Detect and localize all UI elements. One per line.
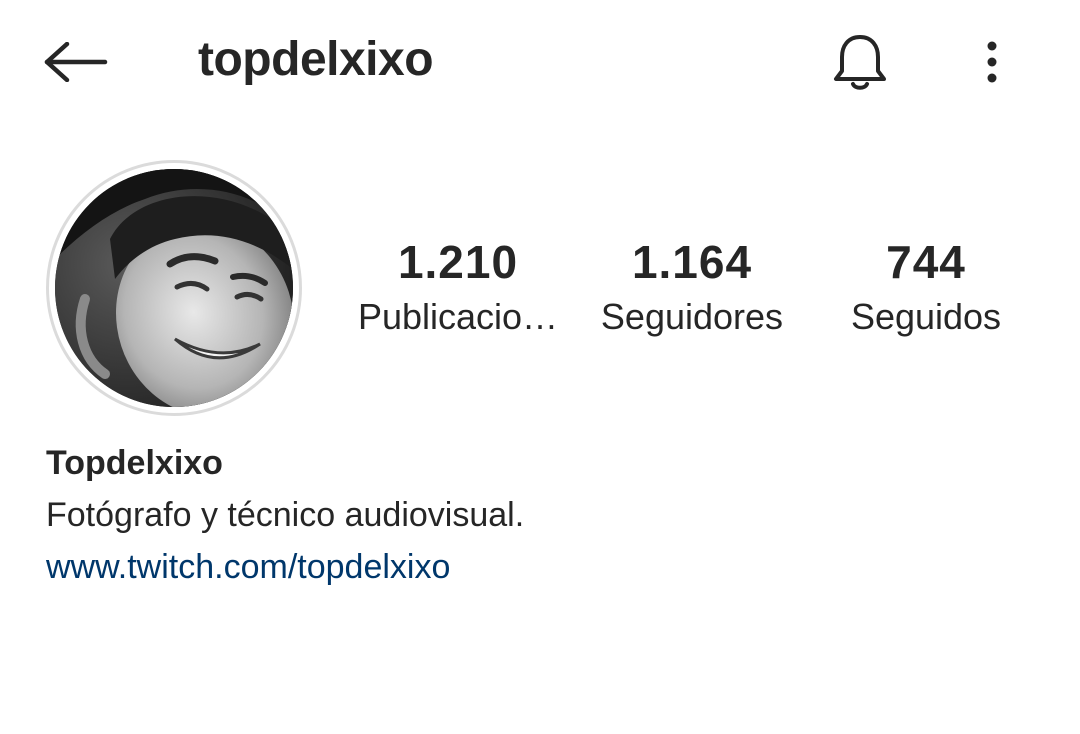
more-options-button[interactable] <box>962 22 1022 102</box>
profile-display-name: Topdelxixo <box>46 444 223 482</box>
following-count: 744 <box>886 236 966 288</box>
profile-website-link[interactable]: www.twitch.com/topdelxixo <box>46 544 450 590</box>
posts-label: Publicacio… <box>357 296 559 337</box>
profile-photo <box>55 169 293 407</box>
following-stat[interactable]: 744 Seguidos <box>806 232 1046 342</box>
posts-count: 1.210 <box>397 236 519 288</box>
bell-icon <box>834 35 886 90</box>
top-app-bar: topdelxixo <box>0 0 1080 120</box>
posts-stat[interactable]: 1.210 Publicacio… <box>338 232 578 342</box>
following-label: Seguidos <box>850 296 1002 337</box>
followers-label: Seguidores <box>600 296 784 337</box>
notifications-button[interactable] <box>820 22 900 102</box>
profile-avatar[interactable] <box>46 160 302 416</box>
followers-count: 1.164 <box>631 236 753 288</box>
arrow-left-icon <box>44 42 108 82</box>
avatar <box>55 169 293 407</box>
back-button[interactable] <box>36 22 116 102</box>
followers-stat[interactable]: 1.164 Seguidores <box>572 232 812 342</box>
profile-bio: Fotógrafo y técnico audiovisual. <box>46 496 525 534</box>
profile-username: topdelxixo <box>198 33 434 86</box>
more-vertical-icon <box>987 41 997 83</box>
